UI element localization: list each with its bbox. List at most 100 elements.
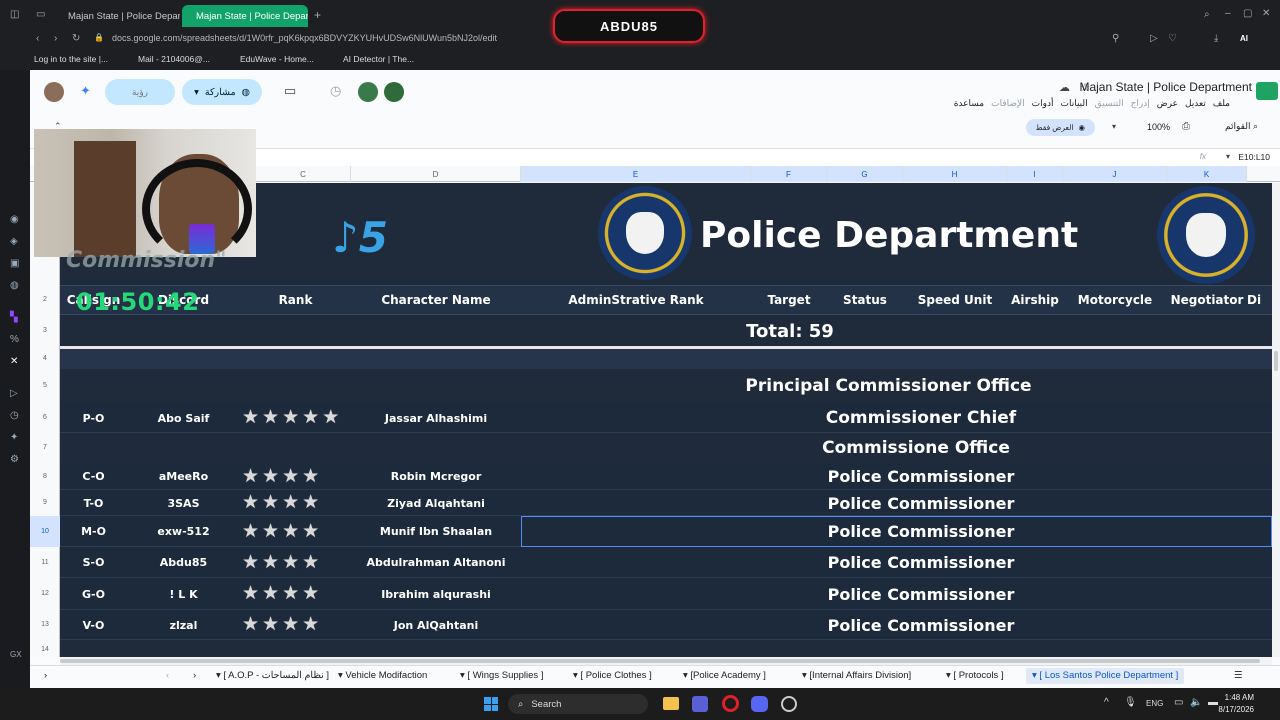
send-icon[interactable]: ▷ xyxy=(1150,33,1158,44)
zoom-select[interactable]: 100% xyxy=(1147,122,1170,132)
addon-icon[interactable] xyxy=(384,82,404,102)
sidebar-app-icon[interactable]: ▣ xyxy=(10,258,19,269)
sheet-tab-active[interactable]: ▾ [ Los Santos Police Department ] xyxy=(1026,668,1185,684)
new-tab-icon[interactable]: + xyxy=(314,8,321,22)
menu-edit[interactable]: تعديل xyxy=(1185,98,1206,109)
view-only-button[interactable]: العرض فقط ◉ xyxy=(1025,119,1095,136)
heart-icon[interactable]: ♡ xyxy=(1168,33,1177,44)
browser-tab[interactable]: Majan State | Police Depart xyxy=(54,5,180,27)
system-clock[interactable]: 1:48 AM 8/17/2026 xyxy=(1218,692,1254,716)
tabs-toggle-icon[interactable]: › xyxy=(44,670,47,681)
scrollbar-thumb[interactable] xyxy=(1274,351,1278,371)
column-header[interactable]: D xyxy=(351,166,521,182)
row-number[interactable]: 3 xyxy=(30,316,60,346)
x-icon[interactable]: ✕ xyxy=(10,356,18,367)
scrollbar-thumb[interactable] xyxy=(60,659,1260,663)
battery-icon[interactable]: ▬ xyxy=(1208,697,1218,708)
sidebar-app-icon[interactable]: ◉ xyxy=(10,214,19,225)
reload-icon[interactable]: ↻ xyxy=(72,33,80,44)
sheet-tab[interactable]: ▾ Vehicle Modifaction xyxy=(338,670,427,681)
row-number[interactable]: 4 xyxy=(30,349,60,369)
menu-data[interactable]: البيانات xyxy=(1061,98,1088,109)
horizontal-scrollbar[interactable] xyxy=(60,657,1272,665)
language-indicator[interactable]: ENG xyxy=(1146,699,1163,708)
chevron-down-icon[interactable]: ▾ xyxy=(1112,122,1116,131)
document-title[interactable]: Majan State | Police Department xyxy=(1079,80,1252,94)
share-button[interactable]: ▾ مشاركة ◍ xyxy=(182,79,262,105)
bookmark-item[interactable]: Mail - 2104006@... xyxy=(138,54,210,64)
column-header[interactable]: G xyxy=(827,166,903,182)
tab-list-icon[interactable]: ▭ xyxy=(36,9,45,20)
row-number[interactable]: 11 xyxy=(30,547,60,578)
row-number[interactable]: 13 xyxy=(30,610,60,640)
volume-icon[interactable]: 🔈 xyxy=(1190,697,1202,708)
scroll-tabs-right-icon[interactable]: › xyxy=(193,670,196,681)
print-icon[interactable]: ⎙ xyxy=(1182,121,1190,132)
row-number[interactable]: 14 xyxy=(30,643,60,657)
bookmark-item[interactable]: AI Detector | The... xyxy=(343,54,414,64)
browser-menu-icon[interactable]: ◫ xyxy=(10,9,19,20)
vertical-scrollbar[interactable] xyxy=(1272,183,1280,657)
close-icon[interactable]: ✕ xyxy=(1262,8,1270,19)
network-icon[interactable]: ▭ xyxy=(1174,697,1183,708)
extensions-icon[interactable]: ✦ xyxy=(10,432,18,443)
search-icon[interactable]: ⌕ xyxy=(1204,9,1210,20)
download-icon[interactable]: ⤓ xyxy=(1214,33,1218,44)
menu-format[interactable]: التنسيق xyxy=(1095,98,1124,109)
addon-icon[interactable] xyxy=(358,82,378,102)
column-header[interactable]: C xyxy=(256,166,351,182)
name-box[interactable]: E10:L10 xyxy=(1238,152,1270,162)
history-icon[interactable]: ◷ xyxy=(10,410,19,421)
row-number[interactable]: 2 xyxy=(30,285,60,315)
sheet-tab[interactable]: ▾ [ Wings Supplies ] xyxy=(460,670,543,681)
column-header[interactable]: F xyxy=(751,166,827,182)
column-header[interactable]: E xyxy=(521,166,751,182)
sidebar-app-icon[interactable]: ◈ xyxy=(10,236,18,247)
row-number[interactable]: 8 xyxy=(30,463,60,490)
gemini-icon[interactable]: ✦ xyxy=(80,83,91,99)
menu-tools[interactable]: أدوات xyxy=(1032,98,1054,109)
meet-icon[interactable]: ▭ xyxy=(284,83,296,99)
bookmark-item[interactable]: Log in to the site |... xyxy=(34,54,108,64)
menu-file[interactable]: ملف xyxy=(1213,98,1230,109)
row-number[interactable]: 10 xyxy=(30,516,60,547)
column-header[interactable]: I xyxy=(1007,166,1063,182)
url-field[interactable]: docs.google.com/spreadsheets/d/1W0rfr_pq… xyxy=(112,33,497,43)
twitch-icon[interactable]: ▚ xyxy=(10,312,18,323)
chevron-down-icon[interactable]: ▾ xyxy=(1226,152,1230,161)
play-icon[interactable]: ▷ xyxy=(10,388,18,399)
sheet-tab[interactable]: ▾ [ A.O.P - نظام المساحات ] xyxy=(216,670,329,681)
sheets-logo-icon[interactable] xyxy=(1256,82,1278,100)
microphone-icon[interactable]: 🎙 xyxy=(1124,697,1137,708)
view-button[interactable]: رؤية xyxy=(105,79,175,105)
column-header[interactable]: H xyxy=(903,166,1007,182)
ai-button[interactable]: AI xyxy=(1240,34,1248,43)
menu-view[interactable]: عرض xyxy=(1157,98,1178,109)
forward-icon[interactable]: › xyxy=(54,33,57,44)
back-icon[interactable]: ‹ xyxy=(36,33,39,44)
row-number[interactable]: 5 xyxy=(30,369,60,403)
sidebar-app-icon[interactable]: % xyxy=(10,334,19,345)
taskbar-search[interactable]: ⌕ Search xyxy=(508,694,648,714)
file-explorer-icon[interactable] xyxy=(663,697,679,710)
history-icon[interactable]: ◷ xyxy=(330,83,341,99)
browser-tab-active[interactable]: Majan State | Police Depart xyxy=(182,5,308,27)
discord-icon[interactable] xyxy=(751,696,768,712)
gx-icon[interactable]: GX xyxy=(10,650,22,659)
bookmark-icon[interactable]: ⚲ xyxy=(1112,33,1119,44)
menu-insert[interactable]: إدراج xyxy=(1131,98,1150,109)
column-header[interactable]: J xyxy=(1063,166,1167,182)
sheet-tab[interactable]: ▾ [Police Academy ] xyxy=(683,670,766,681)
sheet-tab[interactable]: ▾ [Internal Affairs Division] xyxy=(802,670,911,681)
column-header[interactable]: K xyxy=(1167,166,1247,182)
tray-chevron-icon[interactable]: ^ xyxy=(1104,697,1109,708)
windows-start-icon[interactable] xyxy=(484,697,498,711)
minimize-icon[interactable]: – xyxy=(1225,8,1231,19)
sidebar-app-icon[interactable]: ◍ xyxy=(10,280,19,291)
all-sheets-icon[interactable]: ☰ xyxy=(1234,670,1243,681)
row-number[interactable]: 6 xyxy=(30,403,60,433)
menus-search[interactable]: القوائم ⌕ xyxy=(1225,121,1258,132)
app-icon[interactable] xyxy=(692,696,708,712)
settings-icon[interactable]: ⚙ xyxy=(10,454,19,465)
opera-gx-icon[interactable] xyxy=(722,695,739,712)
